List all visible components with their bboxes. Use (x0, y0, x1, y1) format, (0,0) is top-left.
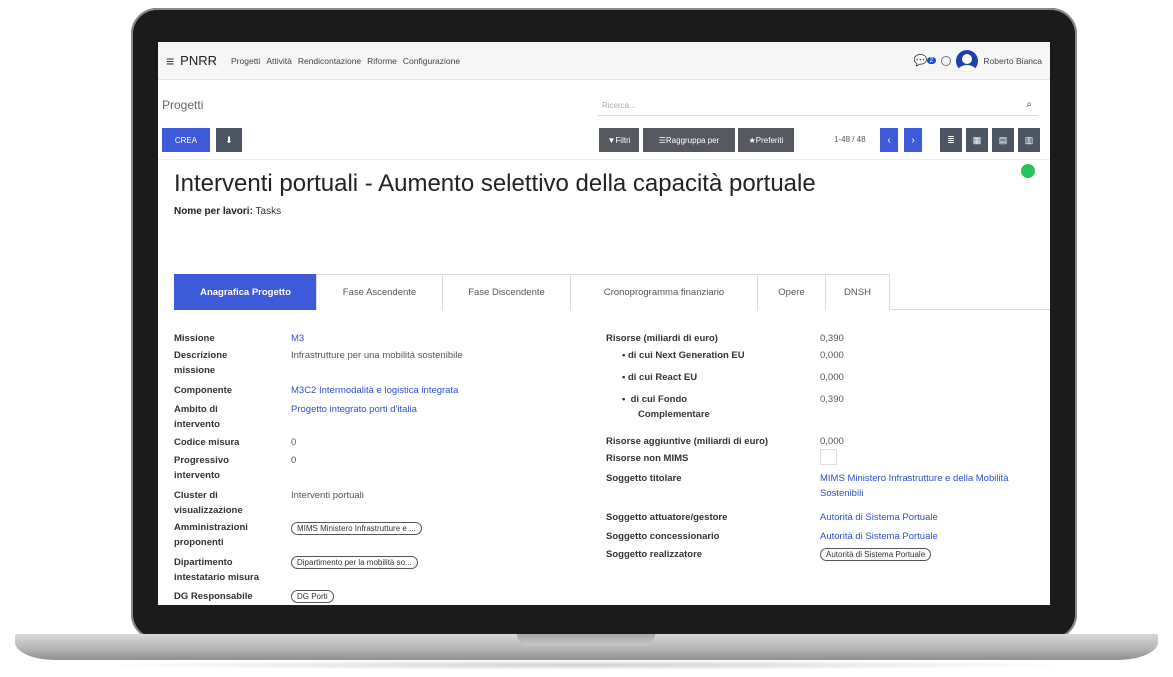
ambito-intervento-label: Ambito di intervento (174, 404, 220, 430)
form-view-icon[interactable]: ▤ (992, 128, 1014, 152)
soggetto-concessionario-value[interactable]: Autorità di Sistema Portuale (820, 529, 938, 544)
next-gen-value: 0,000 (820, 350, 844, 361)
progressivo-intervento-value: 0 (291, 455, 297, 466)
filters-button[interactable]: ▼ Filtri (599, 128, 639, 152)
tasks-value: Tasks (255, 206, 282, 217)
soggetto-concessionario-label: Soggetto concessionario (606, 531, 720, 542)
chat-count-badge: 2 (926, 57, 937, 64)
nav-item-riforme[interactable]: Riforme (367, 56, 397, 66)
tab-fase-ascendente[interactable]: Fase Ascendente (316, 274, 443, 310)
descrizione-missione-label: Descrizione missione (174, 350, 228, 376)
dipartimento-label: Dipartimento intestatario misura (174, 557, 259, 583)
descrizione-missione-value: Infrastrutture per una mobilità sostenib… (291, 350, 463, 361)
next-gen-label: • di cui Next Generation EU (622, 348, 812, 363)
tasks-name-row: Nome per lavori: Tasks (174, 206, 281, 217)
risorse-non-mims-label: Risorse non MIMS (606, 453, 689, 464)
list-view-icon[interactable]: ≣ (940, 128, 962, 152)
nav-item-progetti[interactable]: Progetti (231, 56, 260, 66)
graph-view-icon[interactable]: ▥ (1018, 128, 1040, 152)
missione-value[interactable]: M3 (291, 331, 304, 346)
nav-item-rendicontazione[interactable]: Rendicontazione (298, 56, 361, 66)
ambito-intervento-value[interactable]: Progetto integrato porti d'italia (291, 402, 417, 417)
download-icon[interactable]: ⬇ (216, 128, 242, 152)
cluster-visualizzazione-label: Cluster di visualizzazione (174, 490, 243, 516)
record-title: Interventi portuali - Aumento selettivo … (174, 170, 816, 197)
pager-next-button[interactable]: › (904, 128, 922, 152)
tab-fase-discendente[interactable]: Fase Discendente (442, 274, 571, 310)
fondo-complementare-label: • di cui Fondo Complementare (622, 392, 732, 422)
soggetto-realizzatore-tag[interactable]: Autorità di Sistema Portuale (820, 548, 932, 561)
cluster-visualizzazione-value: Interventi portuali (291, 490, 364, 501)
pager-previous-button[interactable]: ‹ (880, 128, 898, 152)
dipartimento-tag[interactable]: Dipartimento per la mobilità so... (291, 556, 418, 569)
componente-label: Componente (174, 385, 233, 396)
nav-item-configurazione[interactable]: Configurazione (403, 56, 460, 66)
chat-icon[interactable]: 💬 (914, 54, 928, 67)
amministrazioni-proponenti-tag[interactable]: MIMS Ministero Infrastrutture e ... (291, 522, 422, 535)
control-panel: Progetti Ricerca... ⌕ CREA ⬇ ▼ Filtri ☰ Ra… (158, 80, 1050, 160)
progressivo-intervento-label: Progressivo intervento (174, 455, 229, 481)
filter-icon: ▼ (607, 135, 616, 145)
react-eu-label-text: di cui React EU (627, 372, 698, 383)
componente-value[interactable]: M3C2 Intermodalità e logistica integrata (291, 383, 458, 398)
dg-responsabile-label: DG Responsabile (174, 591, 253, 602)
amministrazioni-proponenti-label: Amministrazioni proponenti (174, 522, 248, 548)
codice-misura-value: 0 (291, 437, 297, 448)
soggetto-attuatore-label: Soggetto attuatore/gestore (606, 512, 728, 523)
soggetto-titolare-label: Soggetto titolare (606, 473, 682, 484)
fondo-complementare-value: 0,390 (820, 394, 844, 405)
hamburger-menu-icon[interactable]: ≡ (166, 53, 174, 69)
user-avatar[interactable] (956, 49, 979, 72)
filters-label: Filtri (615, 135, 631, 145)
user-name[interactable]: Roberto Bianca (983, 56, 1042, 66)
risorse-aggiuntive-value: 0,000 (820, 436, 844, 447)
pager-value[interactable]: 1-48 / 48 (834, 135, 866, 144)
laptop-shadow (90, 660, 1083, 670)
tab-anagrafica-progetto[interactable]: Anagrafica Progetto (174, 274, 317, 310)
form-sheet: Interventi portuali - Aumento selettivo … (158, 160, 1050, 605)
group-by-label: Raggruppa per (665, 135, 720, 145)
laptop-notch (517, 634, 655, 646)
risorse-value: 0,390 (820, 333, 844, 344)
dg-responsabile-tag[interactable]: DG Porti (291, 590, 334, 603)
star-icon: ★ (748, 135, 756, 145)
top-navbar: ≡ PNRR Progetti Attività Rendicontazione… (158, 42, 1050, 80)
status-indicator (1021, 164, 1035, 178)
tab-dnsh[interactable]: DNSH (825, 274, 890, 310)
codice-misura-label: Codice misura (174, 437, 240, 448)
tab-opere[interactable]: Opere (757, 274, 826, 310)
risorse-non-mims-checkbox[interactable] (820, 449, 837, 465)
react-eu-value: 0,000 (820, 372, 844, 383)
nav-item-attivita[interactable]: Attività (266, 56, 292, 66)
search-input[interactable]: Ricerca... ⌕ (598, 94, 1038, 116)
breadcrumb[interactable]: Progetti (162, 98, 203, 112)
search-placeholder: Ricerca... (602, 101, 636, 110)
favorites-button[interactable]: ★ Preferiti (738, 128, 794, 152)
fondo-complementare-label-text: di cui Fondo Complementare (630, 394, 710, 420)
group-by-button[interactable]: ☰ Raggruppa per (643, 128, 735, 152)
create-button[interactable]: CREA (162, 128, 210, 152)
notebook-tabs: Anagrafica Progetto Fase Ascendente Fase… (174, 274, 1050, 310)
favorites-label: Preferiti (755, 135, 784, 145)
risorse-aggiuntive-label: Risorse aggiuntive (miliardi di euro) (606, 436, 769, 447)
navbar-right: 💬 2 Roberto Bianca (914, 49, 1042, 72)
next-gen-label-text: di cui Next Generation EU (627, 350, 745, 361)
soggetto-titolare-value[interactable]: MIMS Ministero Infrastrutture e della Mo… (820, 471, 1020, 501)
search-icon[interactable]: ⌕ (1026, 99, 1032, 110)
soggetto-attuatore-value[interactable]: Autorità di Sistema Portuale (820, 510, 938, 525)
risorse-label: Risorse (miliardi di euro) (606, 333, 718, 344)
tab-cronoprogramma-finanziario[interactable]: Cronoprogramma finanziario (570, 274, 758, 310)
screen: ≡ PNRR Progetti Attività Rendicontazione… (158, 42, 1050, 605)
tasks-label: Nome per lavori: (174, 206, 253, 217)
app-name[interactable]: PNRR (180, 53, 217, 68)
missione-label: Missione (174, 333, 215, 344)
react-eu-label: • di cui React EU (622, 370, 812, 385)
bullet-icon: • (622, 394, 631, 405)
group-by-icon: ☰ (658, 135, 666, 145)
soggetto-realizzatore-label: Soggetto realizzatore (606, 549, 703, 560)
clock-icon[interactable] (941, 55, 952, 66)
kanban-view-icon[interactable]: ▦ (966, 128, 988, 152)
